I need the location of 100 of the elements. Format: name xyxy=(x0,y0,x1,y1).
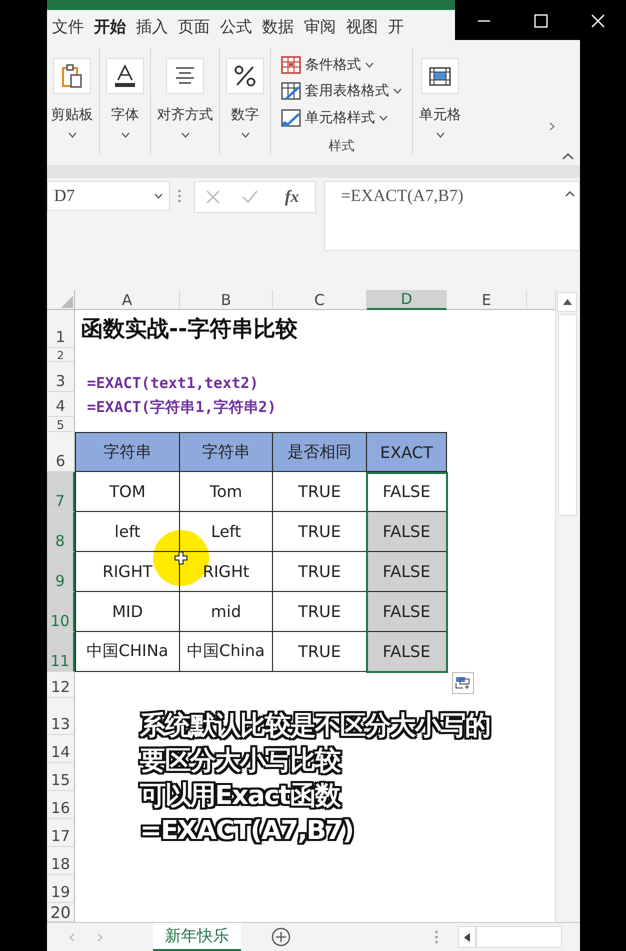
row-header[interactable]: 17 xyxy=(47,819,75,847)
row-header[interactable]: 12 xyxy=(47,672,75,698)
collapse-formula-icon[interactable] xyxy=(565,190,575,197)
table-cell: TOM xyxy=(75,472,180,512)
caret-icon xyxy=(365,62,374,68)
table-cell: FALSE xyxy=(367,632,447,672)
table-header-cell: 字符串 xyxy=(75,432,180,472)
table-cell: mid xyxy=(180,592,273,632)
table-format-icon xyxy=(281,82,301,100)
ribbon-tab[interactable]: 视图 xyxy=(341,12,383,42)
row-header[interactable]: 4 xyxy=(47,392,75,417)
ribbon-button[interactable] xyxy=(106,58,144,94)
ribbon-button[interactable] xyxy=(226,58,264,94)
ribbon-menu-button[interactable]: 条件格式 xyxy=(281,52,374,78)
group-label: 字体 xyxy=(111,106,139,124)
row-header[interactable]: 6 xyxy=(47,432,75,472)
ribbon-tab[interactable]: 插入 xyxy=(131,12,173,42)
table-cell: TRUE xyxy=(273,472,367,512)
drag-handle-icon xyxy=(435,930,438,944)
caret-icon xyxy=(436,132,444,138)
table-cell: FALSE xyxy=(367,592,447,632)
row-header[interactable]: 11 xyxy=(47,632,75,672)
ribbon-tab[interactable]: 页面 xyxy=(173,12,215,42)
ribbon-menu-button[interactable]: 套用表格格式 xyxy=(281,78,402,105)
cell-style-icon xyxy=(281,108,301,127)
triangle-up-icon xyxy=(562,299,572,305)
ribbon-tab[interactable]: 开始 xyxy=(89,12,131,42)
add-sheet-icon[interactable] xyxy=(271,927,291,947)
ribbon-button[interactable] xyxy=(166,58,204,94)
row-header[interactable]: 2 xyxy=(47,348,75,362)
font-color-icon xyxy=(113,64,137,88)
align-icon xyxy=(174,65,196,87)
column-header[interactable]: D xyxy=(367,290,447,310)
ribbon-tab[interactable]: 开 xyxy=(383,12,409,42)
row-header[interactable]: 8 xyxy=(47,512,75,552)
triangle-left-icon xyxy=(464,932,470,942)
scroll-thumb[interactable] xyxy=(476,926,562,948)
paste-options-button[interactable] xyxy=(452,672,474,694)
caret-icon xyxy=(180,132,190,138)
table-cell: TRUE xyxy=(273,632,367,672)
row-header[interactable]: 14 xyxy=(47,735,75,763)
table-cell: 中国China xyxy=(180,632,273,672)
caption-text: =EXACT(A7,B7) xyxy=(140,815,355,848)
ribbon-tab[interactable]: 文件 xyxy=(47,12,89,42)
ribbon-tab[interactable]: 公式 xyxy=(215,12,257,42)
row-header[interactable]: 5 xyxy=(47,417,75,432)
scroll-thumb[interactable] xyxy=(558,314,576,516)
table-header-cell: 字符串 xyxy=(180,432,273,472)
check-icon[interactable] xyxy=(240,189,259,205)
table-cell: Tom xyxy=(180,472,273,512)
close-icon[interactable] xyxy=(590,14,604,28)
ribbon-menu-button[interactable]: 单元格样式 xyxy=(281,104,388,131)
row-header[interactable]: 18 xyxy=(47,847,75,875)
row-header[interactable]: 15 xyxy=(47,763,75,791)
table-cell: TRUE xyxy=(273,512,367,552)
table-header-cell: EXACT xyxy=(367,432,447,472)
scroll-up-button[interactable] xyxy=(557,292,577,312)
caption-text: 系统默认比较是不区分大小写的 xyxy=(140,710,490,743)
scroll-left-button[interactable] xyxy=(458,926,476,948)
chevron-right-icon[interactable] xyxy=(549,122,555,131)
collapse-ribbon-icon[interactable] xyxy=(562,152,574,160)
row-header[interactable]: 16 xyxy=(47,791,75,819)
paste-options-icon xyxy=(455,676,471,690)
table-cell: 中国CHINa xyxy=(75,632,180,672)
ribbon-tab[interactable]: 审阅 xyxy=(299,12,341,42)
caret-icon xyxy=(379,114,388,121)
group-label: 剪贴板 xyxy=(51,106,93,124)
row-header[interactable]: 10 xyxy=(47,592,75,632)
row-header[interactable]: 3 xyxy=(47,362,75,392)
percent-icon xyxy=(233,64,257,88)
row-header[interactable]: 13 xyxy=(47,698,75,735)
row-header[interactable]: 1 xyxy=(47,310,75,348)
formula-syntax: =EXACT(text1,text2) xyxy=(86,373,260,392)
ribbon-button[interactable] xyxy=(53,58,91,94)
group-label: 单元格 xyxy=(419,106,461,124)
row-header[interactable]: 19 xyxy=(47,875,75,903)
row-header[interactable]: 20 xyxy=(47,903,75,922)
caption-text: 要区分大小写比较 xyxy=(140,745,490,778)
clipboard-icon xyxy=(61,64,83,88)
insert-function-button[interactable]: fx xyxy=(278,186,306,208)
ribbon-button[interactable] xyxy=(421,58,459,94)
formula-syntax: =EXACT(字符串1,字符串2) xyxy=(86,397,278,417)
caret-icon xyxy=(393,88,402,94)
group-label: 样式 xyxy=(328,138,354,155)
maximize-icon[interactable] xyxy=(534,14,548,28)
table-cell: FALSE xyxy=(367,512,447,552)
sheet-title: 函数实战--字符串比较 xyxy=(80,316,298,344)
row-header[interactable]: 7 xyxy=(47,472,75,512)
caption-text: 可以用Exact函数 xyxy=(140,780,490,813)
conditional-format-icon xyxy=(281,56,301,74)
caret-icon xyxy=(120,132,130,138)
table-cell: TRUE xyxy=(273,592,367,632)
formula-field[interactable]: =EXACT(A7,B7) xyxy=(324,181,580,251)
sheet-tab[interactable]: 新年快乐 xyxy=(153,923,241,951)
table-header-cell: 是否相同 xyxy=(273,432,367,472)
ribbon-tab[interactable]: 数据 xyxy=(257,12,299,42)
name-box[interactable]: D7 xyxy=(47,181,170,211)
table-cell: MID xyxy=(75,592,180,632)
row-header[interactable]: 9 xyxy=(47,552,75,592)
caret-icon xyxy=(68,132,76,138)
